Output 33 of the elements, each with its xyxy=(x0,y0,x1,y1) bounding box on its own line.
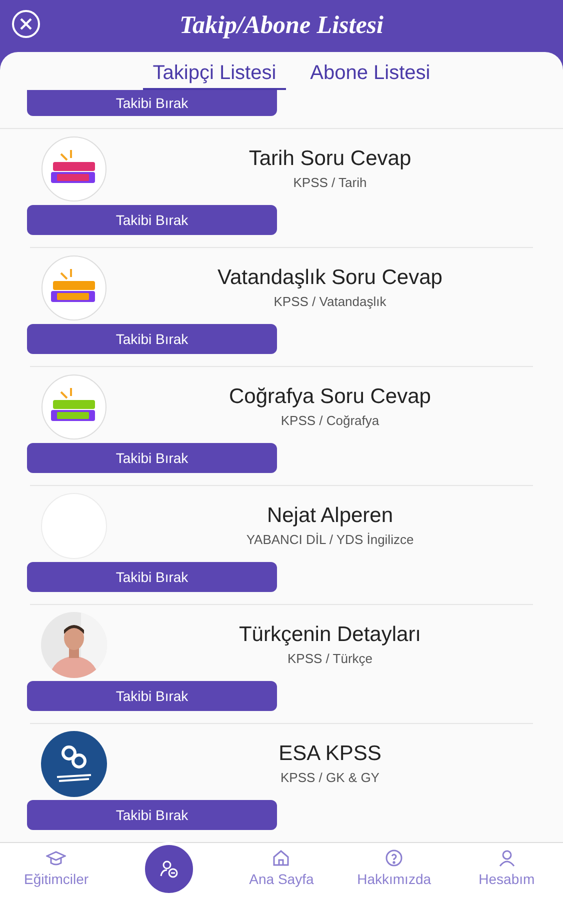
channel-category: KPSS / Vatandaşlık xyxy=(274,293,386,312)
channel-category: YABANCI DİL / YDS İngilizce xyxy=(246,531,414,550)
close-button[interactable] xyxy=(12,10,40,38)
help-icon xyxy=(385,849,404,867)
channel-name: Tarih Soru Cevap xyxy=(248,146,412,172)
logo-icon xyxy=(41,731,107,797)
channel-name: ESA KPSS xyxy=(278,741,382,768)
nav-label: Hakkımızda xyxy=(357,870,432,889)
nav-label: Hesabım xyxy=(478,870,535,889)
unfollow-button[interactable]: Takibi Bırak xyxy=(27,324,277,354)
channel-category: KPSS / GK & GY xyxy=(280,769,380,788)
unfollow-button[interactable]: Takibi Bırak xyxy=(27,800,277,830)
users-icon xyxy=(158,859,179,879)
close-icon xyxy=(20,18,32,30)
nav-label: Eğitimciler xyxy=(24,870,89,889)
channel-name: Nejat Alperen xyxy=(266,503,394,530)
unfollow-button[interactable]: Takibi Bırak xyxy=(27,443,277,473)
channel-category: KPSS / Coğrafya xyxy=(280,412,380,430)
channel-category: KPSS / Tarih xyxy=(293,174,367,192)
home-icon xyxy=(272,849,290,867)
channel-name: Türkçenin Detayları xyxy=(238,622,422,648)
channel-name: Vatandaşlık Soru Cevap xyxy=(218,265,442,292)
unfollow-button[interactable]: Takibi Bırak xyxy=(27,681,277,711)
nav-label: Ana Sayfa xyxy=(249,870,314,889)
unfollow-button[interactable]: Takibi Bırak xyxy=(27,205,277,235)
user-icon xyxy=(498,849,516,867)
channel-name: Coğrafya Soru Cevap xyxy=(229,384,431,410)
page-title: Takip/Abone Listesi xyxy=(180,11,384,42)
graduation-cap-icon xyxy=(46,851,66,867)
channel-category: KPSS / Türkçe xyxy=(287,650,372,668)
tab[interactable]: Abone Listesi xyxy=(300,58,440,90)
unfollow-button[interactable]: Takibi Bırak xyxy=(27,90,277,116)
unfollow-button[interactable]: Takibi Bırak xyxy=(27,562,277,592)
